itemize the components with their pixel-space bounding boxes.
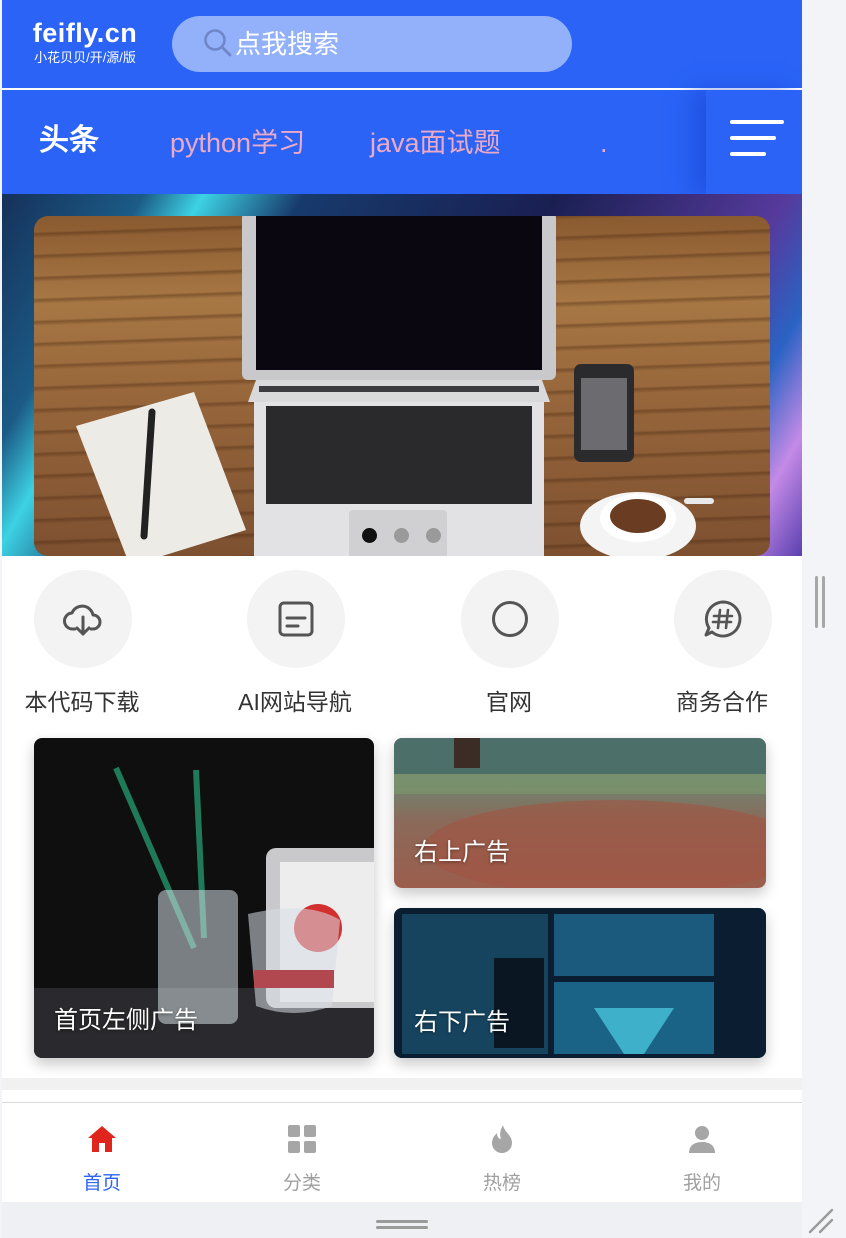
user-icon (689, 1126, 715, 1153)
carousel-dot[interactable] (394, 528, 409, 543)
tab-python[interactable]: python学习 (170, 126, 305, 160)
search-icon (204, 29, 232, 57)
tab-headlines[interactable]: 头条 (39, 124, 99, 158)
grid-icon (288, 1125, 316, 1153)
nav-label: 分类 (282, 1173, 321, 1194)
app-screen: feifly.cn 小花贝贝/开/源/版 点我搜索 头条 python学习 ja… (2, 0, 802, 1238)
nav-label: 我的 (682, 1173, 721, 1194)
carousel-dot[interactable] (426, 528, 441, 543)
ad-left-label: 首页左侧广告 (54, 1007, 198, 1034)
laptop-desk-image (76, 216, 714, 556)
home-icon (88, 1126, 116, 1152)
quick-link-label: AI网站导航 (238, 689, 352, 715)
banner-slide[interactable] (34, 216, 770, 556)
scrollbar-handle[interactable] (815, 576, 827, 628)
tab-more[interactable]: . (600, 126, 608, 160)
ad-left[interactable]: 首页左侧广告 (34, 738, 374, 1058)
tab-java[interactable]: java面试题 (370, 126, 501, 160)
ad-top-right-label: 右上广告 (414, 839, 510, 866)
circle-icon (492, 601, 528, 637)
top-header: feifly.cn 小花贝贝/开/源/版 点我搜索 (2, 0, 802, 88)
nav-profile[interactable]: 我的 (602, 1103, 802, 1203)
ad-bottom-right-label: 右下广告 (414, 1009, 510, 1036)
quick-link-official-site[interactable]: 官网 (439, 570, 579, 720)
carousel-dot[interactable] (362, 528, 377, 543)
quick-link-ai-nav[interactable]: AI网站导航 (225, 570, 365, 720)
nav-hot[interactable]: 热榜 (402, 1103, 602, 1203)
chat-hash-icon (704, 600, 742, 638)
nav-category[interactable]: 分类 (202, 1103, 402, 1203)
home-indicator[interactable] (2, 1202, 802, 1238)
category-tabs: 头条 python学习 java面试题 . (2, 90, 802, 194)
quick-link-label: 商务合作 (676, 689, 768, 715)
quick-link-business[interactable]: 商务合作 (652, 570, 792, 720)
nav-label: 热榜 (482, 1173, 521, 1194)
bottom-navigation: 首页 分类 热榜 我的 (2, 1102, 802, 1203)
quick-link-label: 本代码下载 (24, 689, 140, 715)
nav-label: 首页 (82, 1173, 121, 1194)
ad-top-right[interactable]: 右上广告 (394, 738, 766, 888)
search-placeholder: 点我搜索 (235, 29, 340, 59)
section-divider (2, 1078, 802, 1090)
logo-title: feifly.cn (32, 18, 138, 48)
search-bar[interactable]: 点我搜索 (172, 16, 572, 72)
menu-icon (730, 120, 784, 124)
ad-bottom-right[interactable]: 右下广告 (394, 908, 766, 1058)
nav-home[interactable]: 首页 (2, 1103, 202, 1203)
document-icon (278, 601, 314, 637)
quick-link-download[interactable]: 本代码下载 (12, 570, 152, 720)
flame-icon (492, 1125, 512, 1153)
quick-link-label: 官网 (486, 689, 532, 715)
cloud-download-icon (63, 604, 102, 636)
resize-handle-icon[interactable] (806, 1206, 836, 1236)
logo-subtitle: 小花贝贝/开/源/版 (34, 50, 136, 65)
site-logo[interactable]: feifly.cn 小花贝贝/开/源/版 (24, 18, 146, 66)
menu-button[interactable] (706, 90, 802, 194)
